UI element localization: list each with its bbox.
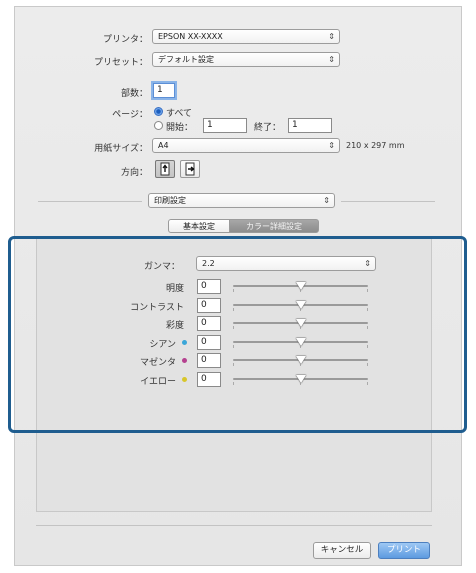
pages-to-label: 終了： (254, 123, 282, 133)
printer-label: プリンタ： (102, 35, 148, 45)
cancel-button[interactable]: キャンセル (313, 542, 371, 559)
copies-field[interactable]: 1 (153, 83, 175, 98)
printer-popup[interactable]: EPSON XX-XXXX ⇕ (152, 29, 340, 44)
print-button[interactable]: プリント (378, 542, 430, 559)
portrait-button[interactable] (155, 160, 175, 178)
pages-range-radio[interactable] (154, 121, 163, 130)
pages-all-label: すべて (166, 109, 193, 119)
updown-arrows-icon: ⇕ (328, 32, 335, 41)
preset-label: プリセット： (93, 58, 148, 68)
pages-label: ページ： (112, 110, 148, 120)
paper-dimensions: 210 x 297 mm (346, 141, 405, 150)
divider-right (341, 201, 435, 202)
preset-popup[interactable]: デフォルト設定 ⇕ (152, 52, 340, 67)
updown-arrows-icon: ⇕ (323, 196, 330, 205)
divider-left (38, 201, 142, 202)
copies-label: 部数： (120, 89, 148, 99)
landscape-button[interactable] (180, 160, 200, 178)
pages-from-field[interactable]: 1 (203, 118, 247, 133)
section-popup[interactable]: 印刷設定 ⇕ (148, 193, 335, 208)
pages-to-field[interactable]: 1 (288, 118, 332, 133)
printer-value: EPSON XX-XXXX (158, 32, 223, 41)
pages-from-label: 開始： (166, 123, 194, 133)
preset-value: デフォルト設定 (158, 55, 214, 64)
highlight-frame (8, 236, 467, 433)
updown-arrows-icon: ⇕ (328, 55, 335, 64)
section-value: 印刷設定 (154, 196, 186, 205)
landscape-icon (185, 162, 195, 176)
updown-arrows-icon: ⇕ (328, 141, 335, 150)
paper-size-popup[interactable]: A4 ⇕ (152, 138, 340, 153)
portrait-icon (160, 162, 170, 176)
tab-color-settings[interactable]: カラー詳細設定 (229, 219, 319, 233)
orientation-label: 方向： (120, 168, 148, 178)
paper-size-label: 用紙サイズ： (94, 144, 148, 154)
tab-basic-settings[interactable]: 基本設定 (168, 219, 230, 233)
bottom-divider (36, 525, 432, 526)
paper-size-value: A4 (158, 141, 169, 150)
pages-all-radio[interactable] (154, 107, 163, 116)
